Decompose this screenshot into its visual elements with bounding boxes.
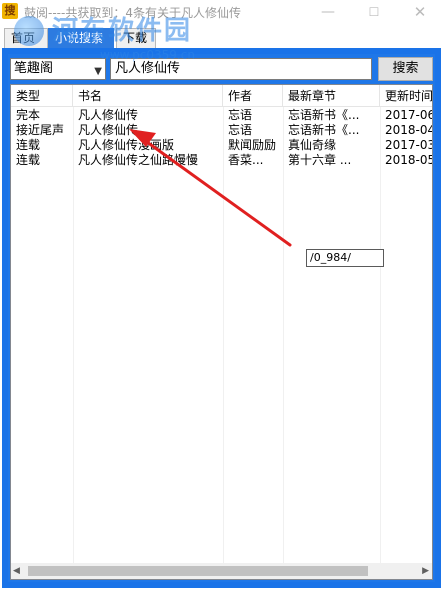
cell-title: 凡人修仙传 (78, 123, 139, 137)
app-icon: 搜 (2, 3, 18, 19)
column-divider (283, 107, 284, 563)
window-title: 鼓阅----共获取到：4条有关于凡人修仙传 (24, 6, 241, 20)
results-list[interactable]: 类型 书名 作者 最新章节 更新时间 完本 凡人修仙传 忘语 忘语新书《... … (10, 84, 433, 580)
minimize-button[interactable]: — (305, 0, 351, 24)
cell-update-time: 2017-03- (385, 138, 432, 152)
list-header: 类型 书名 作者 最新章节 更新时间 (11, 85, 432, 107)
column-header-type[interactable]: 类型 (11, 85, 73, 107)
search-button[interactable]: 搜索 (378, 57, 433, 81)
scroll-right-icon[interactable]: ▶ (422, 566, 429, 576)
cell-author: 忘语 (228, 108, 253, 122)
source-select[interactable]: 笔趣阁 ▼ (10, 58, 106, 80)
table-row[interactable]: 接近尾声 凡人修仙传 忘语 忘语新书《... 2018-04- (11, 123, 432, 138)
cell-title: 凡人修仙传漫画版 (78, 138, 175, 152)
column-divider (73, 107, 74, 563)
tab-novel-search[interactable]: 小说搜索 (48, 28, 114, 48)
column-header-title[interactable]: 书名 (73, 85, 223, 107)
cell-title: 凡人修仙传之仙路慢慢 (78, 153, 199, 167)
horizontal-scrollbar[interactable]: ◀ ▶ (11, 563, 432, 579)
cell-latest-chapter: 忘语新书《... (288, 123, 360, 137)
cell-type: 连载 (16, 138, 41, 152)
search-input[interactable]: 凡人修仙传 (110, 58, 372, 80)
column-divider (223, 107, 224, 563)
tab-home[interactable]: 首页 (4, 28, 48, 48)
cell-author: 香菜... (228, 153, 264, 167)
column-header-latest-chapter[interactable]: 最新章节 (283, 85, 380, 107)
cell-update-time: 2017-06- (385, 108, 432, 122)
column-header-author[interactable]: 作者 (223, 85, 283, 107)
table-row[interactable]: 连载 凡人修仙传之仙路慢慢 香菜... 第十六章 ... 2018-05- (11, 153, 432, 168)
table-row[interactable]: 连载 凡人修仙传漫画版 默闻励励 真仙奇缘 2017-03- (11, 138, 432, 153)
maximize-button[interactable]: ☐ (351, 0, 397, 24)
chevron-down-icon: ▼ (94, 66, 102, 77)
cell-latest-chapter: 第十六章 ... (288, 153, 352, 167)
cell-update-time: 2018-05- (385, 153, 432, 167)
cell-latest-chapter: 真仙奇缘 (288, 138, 337, 152)
cell-author: 忘语 (228, 123, 253, 137)
source-select-value: 笔趣阁 (14, 61, 54, 76)
cell-author: 默闻励励 (228, 138, 277, 152)
cell-latest-chapter: 忘语新书《... (288, 108, 360, 122)
tab-download[interactable]: 下载 (116, 28, 156, 48)
column-header-update-time[interactable]: 更新时间 (380, 85, 432, 107)
tab-bar: 首页 小说搜索 下载 (0, 24, 443, 48)
column-divider (380, 107, 381, 563)
cell-type: 完本 (16, 108, 41, 122)
link-path-field[interactable]: /0_984/ (306, 249, 384, 267)
scroll-left-icon[interactable]: ◀ (13, 566, 20, 576)
cell-update-time: 2018-04- (385, 123, 432, 137)
table-row[interactable]: 完本 凡人修仙传 忘语 忘语新书《... 2017-06- (11, 108, 432, 123)
cell-title: 凡人修仙传 (78, 108, 139, 122)
cell-type: 连载 (16, 153, 41, 167)
close-button[interactable]: ✕ (397, 0, 443, 24)
cell-type: 接近尾声 (16, 123, 65, 137)
title-bar: 搜 鼓阅----共获取到：4条有关于凡人修仙传 — ☐ ✕ (0, 0, 443, 24)
scrollbar-thumb[interactable] (28, 566, 368, 576)
